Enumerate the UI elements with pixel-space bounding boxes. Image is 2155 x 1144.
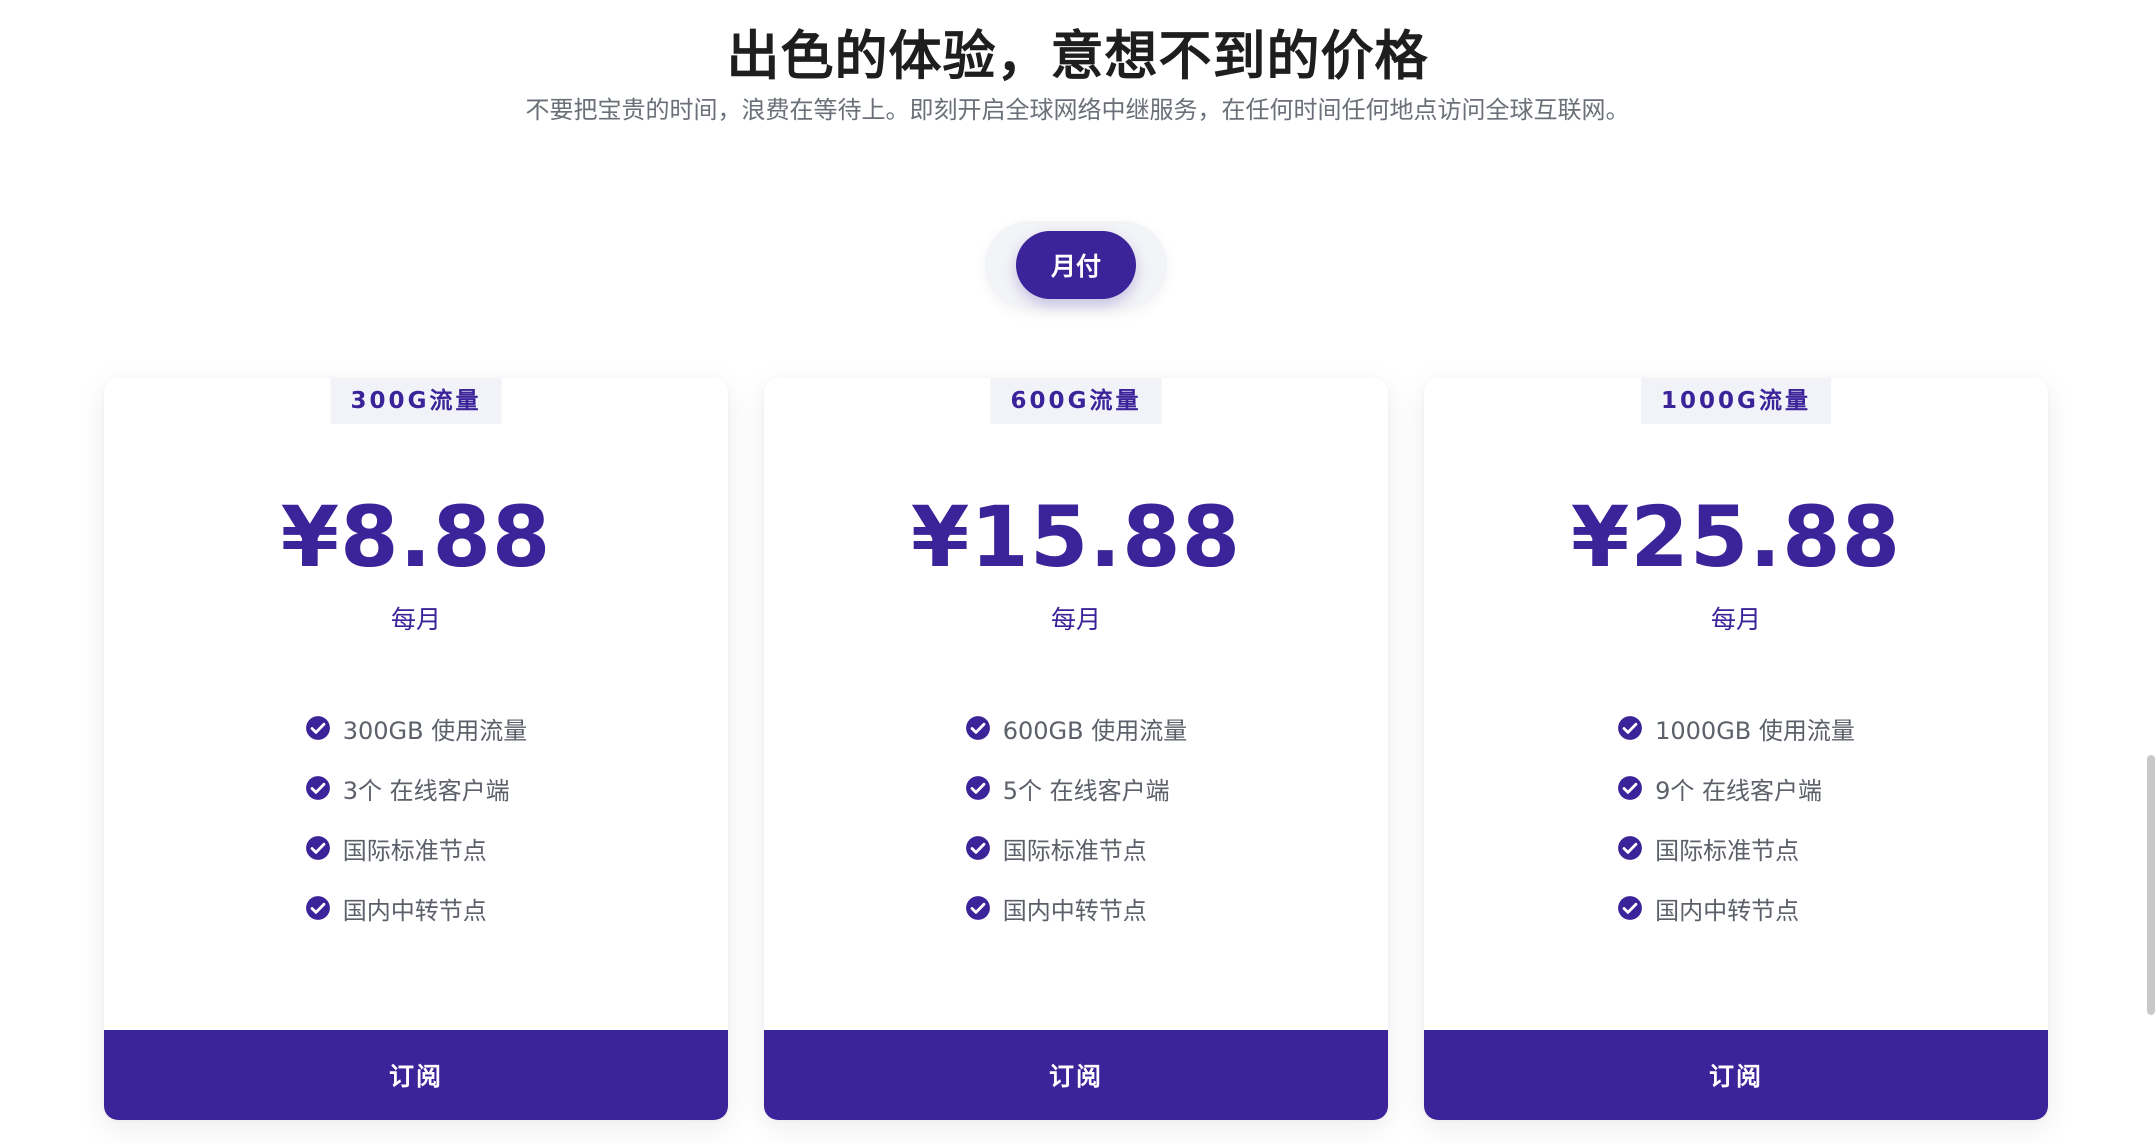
feature-label: 国际标准节点 — [1002, 836, 1147, 865]
plan-card-1000g: 1000G流量 ¥25.88 每月 1000GB 使用流量 9个 在线客户端 国… — [1424, 378, 2048, 1120]
feature-item: 国内中转节点 — [305, 878, 528, 938]
feature-item: 国内中转节点 — [1617, 878, 1855, 938]
feature-label: 9个 在线客户端 — [1655, 776, 1823, 805]
monthly-toggle-button[interactable]: 月付 — [1016, 231, 1136, 299]
feature-item: 300GB 使用流量 — [305, 698, 528, 758]
check-circle-icon — [965, 896, 990, 920]
feature-label: 国际标准节点 — [342, 836, 487, 865]
feature-label: 600GB 使用流量 — [1002, 716, 1188, 745]
check-circle-icon — [305, 896, 330, 920]
check-circle-icon — [965, 776, 990, 800]
plan-tag: 1000G流量 — [1641, 378, 1831, 424]
feature-label: 国内中转节点 — [342, 896, 487, 925]
plan-price: ¥8.88 — [280, 488, 552, 586]
feature-label: 5个 在线客户端 — [1002, 776, 1170, 805]
feature-item: 国际标准节点 — [305, 818, 528, 878]
subscribe-button[interactable]: 订阅 — [764, 1030, 1388, 1120]
feature-list: 1000GB 使用流量 9个 在线客户端 国际标准节点 国内中转节点 — [1424, 698, 2048, 938]
plan-card-600g: 600G流量 ¥15.88 每月 600GB 使用流量 5个 在线客户端 国际标… — [764, 378, 1388, 1120]
feature-label: 1000GB 使用流量 — [1655, 716, 1855, 745]
subscribe-button[interactable]: 订阅 — [104, 1030, 728, 1120]
check-circle-icon — [1618, 836, 1643, 860]
feature-label: 国际标准节点 — [1655, 836, 1800, 865]
plan-period: 每月 — [1710, 605, 1761, 634]
feature-list: 300GB 使用流量 3个 在线客户端 国际标准节点 国内中转节点 — [104, 698, 728, 938]
plan-tag: 300G流量 — [330, 378, 502, 424]
plan-card-300g: 300G流量 ¥8.88 每月 300GB 使用流量 3个 在线客户端 国际标准… — [104, 378, 728, 1120]
plan-price: ¥25.88 — [1570, 488, 1902, 586]
feature-item: 国际标准节点 — [1617, 818, 1855, 878]
feature-item: 9个 在线客户端 — [1617, 758, 1855, 818]
plan-price: ¥15.88 — [910, 488, 1242, 586]
feature-item: 5个 在线客户端 — [965, 758, 1188, 818]
feature-item: 国际标准节点 — [965, 818, 1188, 878]
pricing-page: 出色的体验，意想不到的价格 不要把宝贵的时间，浪费在等待上。即刻开启全球网络中继… — [0, 0, 2155, 1144]
feature-item: 1000GB 使用流量 — [1617, 698, 1855, 758]
feature-list: 600GB 使用流量 5个 在线客户端 国际标准节点 国内中转节点 — [764, 698, 1388, 938]
feature-item: 国内中转节点 — [965, 878, 1188, 938]
check-circle-icon — [965, 836, 990, 860]
check-circle-icon — [305, 716, 330, 740]
subscribe-button[interactable]: 订阅 — [1424, 1030, 2048, 1120]
check-circle-icon — [1618, 776, 1643, 800]
page-subtitle: 不要把宝贵的时间，浪费在等待上。即刻开启全球网络中继服务，在任何时间任何地点访问… — [525, 96, 1630, 124]
check-circle-icon — [1618, 716, 1643, 740]
plan-period: 每月 — [1050, 605, 1101, 634]
check-circle-icon — [1618, 896, 1643, 920]
feature-item: 600GB 使用流量 — [965, 698, 1188, 758]
plan-period: 每月 — [390, 605, 441, 634]
feature-item: 3个 在线客户端 — [305, 758, 528, 818]
feature-label: 3个 在线客户端 — [342, 776, 510, 805]
check-circle-icon — [305, 836, 330, 860]
billing-toggle: 月付 — [985, 221, 1167, 309]
feature-label: 国内中转节点 — [1655, 896, 1800, 925]
page-title: 出色的体验，意想不到的价格 — [726, 26, 1429, 87]
check-circle-icon — [305, 776, 330, 800]
plan-tag: 600G流量 — [990, 378, 1162, 424]
feature-label: 国内中转节点 — [1002, 896, 1147, 925]
feature-label: 300GB 使用流量 — [342, 716, 528, 745]
page-scrollbar[interactable] — [2147, 755, 2155, 1015]
check-circle-icon — [965, 716, 990, 740]
